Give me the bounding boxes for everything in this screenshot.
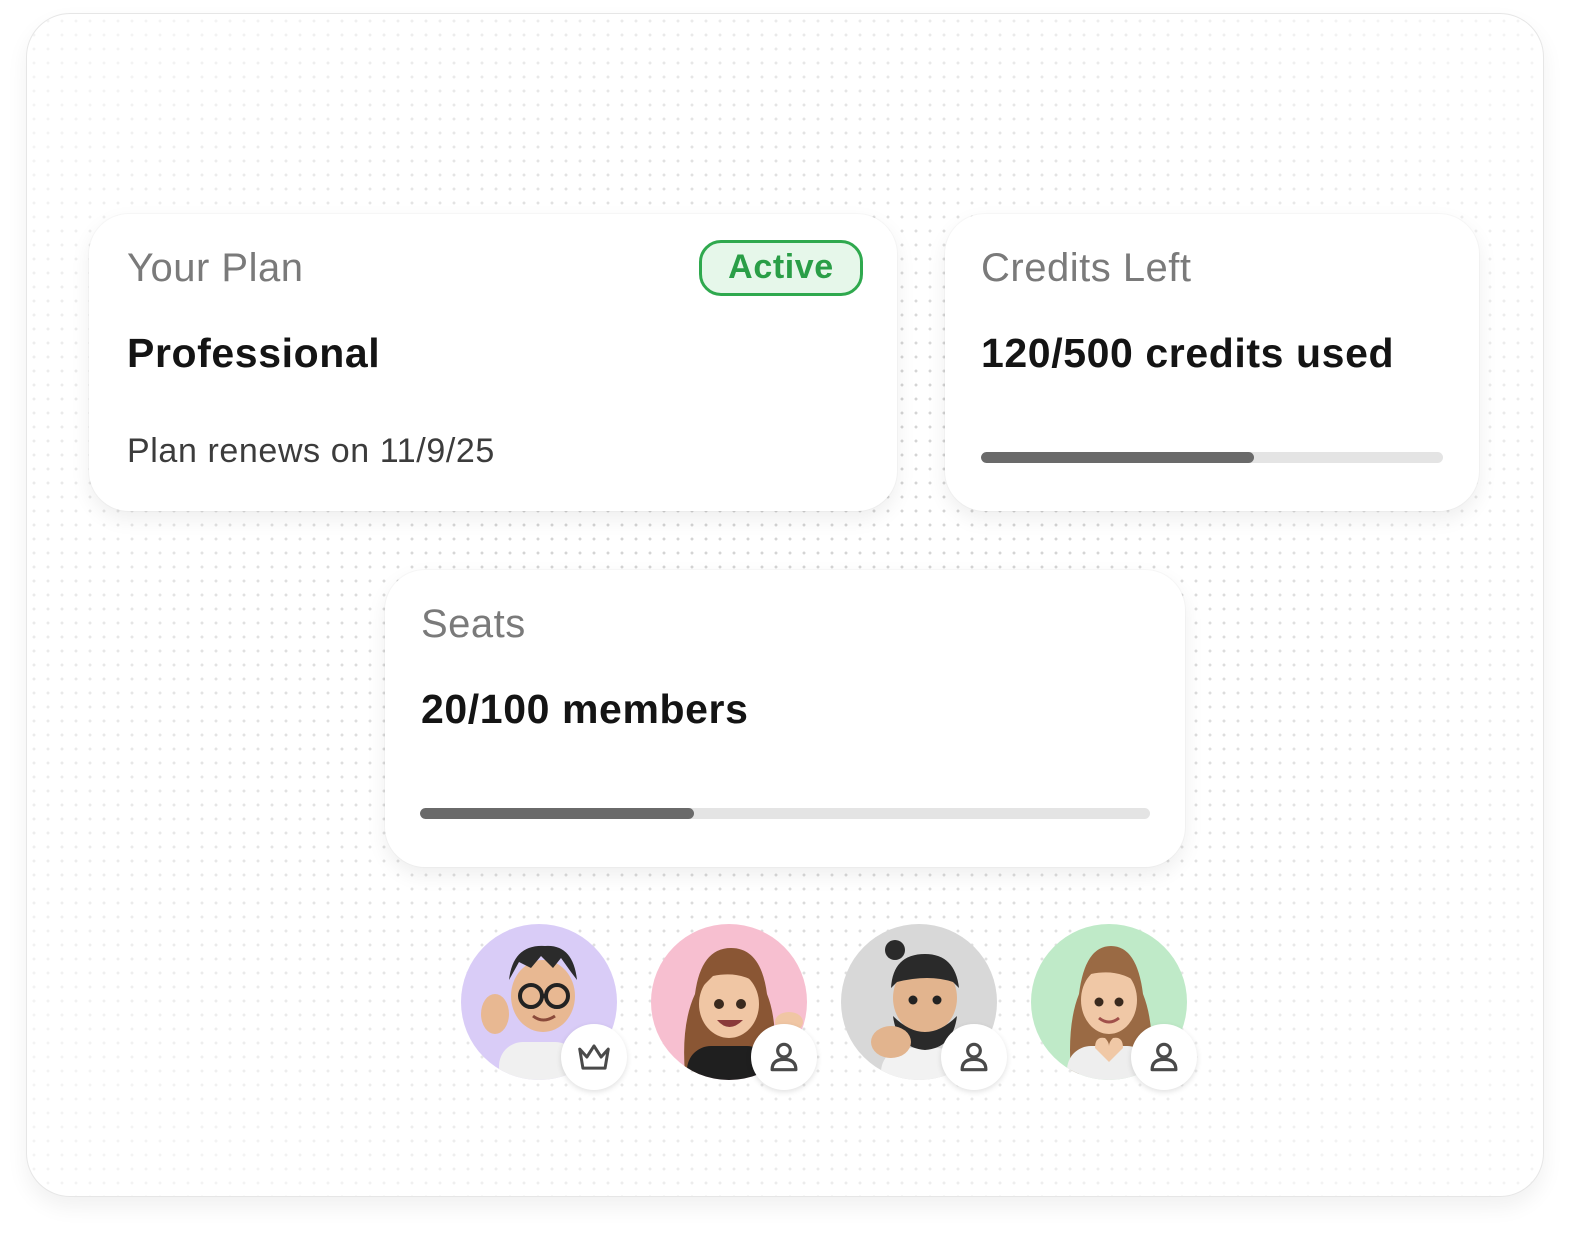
- member-avatar-3[interactable]: [841, 924, 1007, 1090]
- seats-progress-fill: [420, 808, 694, 819]
- credits-card: Credits Left 120/500 credits used: [945, 214, 1479, 511]
- seats-card: Seats 20/100 members: [385, 570, 1185, 867]
- credits-usage: 120/500 credits used: [981, 330, 1395, 376]
- status-badge: Active: [699, 240, 863, 296]
- user-icon: [770, 1042, 798, 1072]
- member-avatar-2[interactable]: [651, 924, 817, 1090]
- member-role-badge: [1131, 1024, 1197, 1090]
- seats-label: Seats: [421, 602, 526, 646]
- member-avatar-1[interactable]: [461, 924, 627, 1090]
- credits-progress-fill: [981, 452, 1254, 463]
- plan-label: Your Plan: [127, 246, 304, 290]
- plan-renewal-date: Plan renews on 11/9/25: [127, 432, 495, 470]
- user-icon: [960, 1042, 988, 1072]
- member-role-badge: [941, 1024, 1007, 1090]
- user-icon: [1150, 1042, 1178, 1072]
- crown-icon: [578, 1044, 610, 1070]
- member-role-badge: [751, 1024, 817, 1090]
- credits-label: Credits Left: [981, 246, 1192, 290]
- credits-progress-bar: [981, 452, 1443, 463]
- owner-role-badge: [561, 1024, 627, 1090]
- plan-name: Professional: [127, 330, 381, 376]
- plan-card: Your Plan Active Professional Plan renew…: [89, 214, 897, 511]
- member-avatar-4[interactable]: [1031, 924, 1197, 1090]
- seats-progress-bar: [420, 808, 1150, 819]
- billing-overview-panel: Your Plan Active Professional Plan renew…: [26, 13, 1544, 1197]
- seats-usage: 20/100 members: [421, 686, 749, 732]
